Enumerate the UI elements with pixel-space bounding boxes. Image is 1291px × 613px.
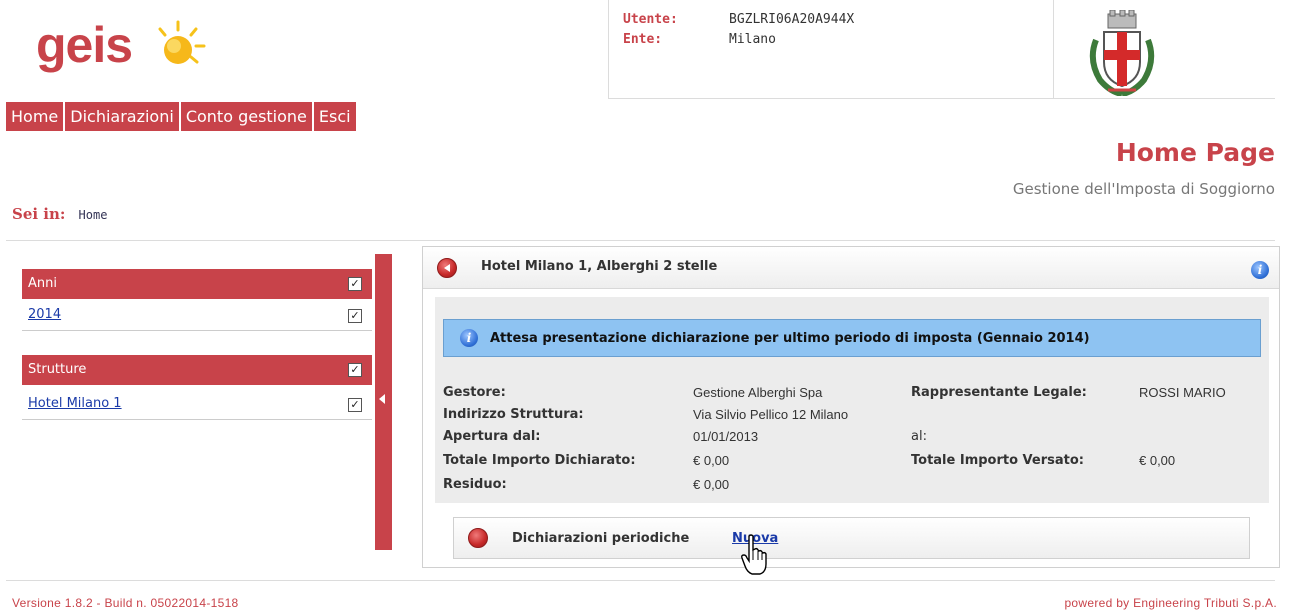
nav-dichiarazioni[interactable]: Dichiarazioni bbox=[65, 102, 181, 131]
sun-icon bbox=[158, 20, 206, 64]
al-label: al: bbox=[911, 429, 927, 444]
structures-all-checkbox[interactable]: ✓ bbox=[348, 363, 362, 377]
structure-checkbox-hotel[interactable]: ✓ bbox=[348, 398, 362, 412]
status-text: Attesa presentazione dichiarazione per u… bbox=[490, 331, 1090, 346]
year-checkbox-2014[interactable]: ✓ bbox=[348, 309, 362, 323]
page-title: Home Page bbox=[1115, 138, 1275, 167]
totale-dichiarato-label: Totale Importo Dichiarato: bbox=[443, 453, 636, 468]
years-header[interactable]: Anni ✓ bbox=[22, 269, 372, 299]
dichiarazioni-periodiche-panel: Dichiarazioni periodiche Nuova bbox=[453, 517, 1250, 559]
hotel-title: Hotel Milano 1, Alberghi 2 stelle bbox=[481, 259, 718, 274]
hotel-panel: Hotel Milano 1, Alberghi 2 stelle i i At… bbox=[422, 246, 1280, 568]
breadcrumb-label: Sei in: bbox=[12, 205, 66, 223]
dichiarazioni-toggle-icon[interactable] bbox=[468, 528, 488, 548]
residuo-value: € 0,00 bbox=[693, 477, 730, 492]
year-link-2014[interactable]: 2014 bbox=[28, 307, 61, 322]
collapse-panel-icon[interactable] bbox=[437, 258, 457, 278]
structures-header[interactable]: Strutture ✓ bbox=[22, 355, 372, 385]
structures-header-label: Strutture bbox=[28, 362, 87, 377]
user-value: BGZLRI06A20A944X bbox=[729, 12, 855, 27]
gestore-value: Gestione Alberghi Spa bbox=[693, 385, 823, 400]
rappresentante-value: ROSSI MARIO bbox=[1139, 385, 1226, 400]
structure-link-hotel[interactable]: Hotel Milano 1 bbox=[28, 396, 122, 411]
user-label: Utente: bbox=[623, 12, 678, 27]
apertura-label: Apertura dal: bbox=[443, 429, 541, 444]
structure-row-hotel: Hotel Milano 1 ✓ bbox=[22, 390, 372, 420]
user-info-box: Utente: BGZLRI06A20A944X Ente: Milano bbox=[608, 0, 1054, 98]
dichiarazioni-title: Dichiarazioni periodiche bbox=[512, 531, 690, 546]
page-subtitle: Gestione dell'Imposta di Soggiorno bbox=[1012, 180, 1275, 198]
top-nav: Home Dichiarazioni Conto gestione Esci bbox=[6, 102, 358, 131]
header-divider bbox=[608, 98, 1275, 99]
nav-esci[interactable]: Esci bbox=[313, 102, 358, 131]
totale-versato-value: € 0,00 bbox=[1139, 453, 1176, 468]
totale-versato-label: Totale Importo Versato: bbox=[911, 453, 1084, 468]
footer-divider bbox=[6, 580, 1275, 581]
indirizzo-value: Via Silvio Pellico 12 Milano bbox=[693, 407, 849, 422]
rappresentante-label: Rappresentante Legale: bbox=[911, 385, 1087, 400]
sidebar-collapse-toggle[interactable] bbox=[375, 254, 392, 550]
gestore-label: Gestore: bbox=[443, 385, 506, 400]
collapse-arrow-icon bbox=[379, 394, 385, 404]
hand-cursor-icon bbox=[741, 534, 767, 575]
status-banner: i Attesa presentazione dichiarazione per… bbox=[443, 319, 1261, 357]
powered-by-text: powered by Engineering Tributi S.p.A. bbox=[1064, 596, 1277, 610]
milano-crest-icon bbox=[1089, 10, 1155, 96]
geis-logo: geis bbox=[36, 10, 216, 82]
version-text: Versione 1.8.2 - Build n. 05022014-1518 bbox=[12, 596, 239, 610]
apertura-value: 01/01/2013 bbox=[693, 429, 759, 444]
years-all-checkbox[interactable]: ✓ bbox=[348, 277, 362, 291]
hotel-details: i Attesa presentazione dichiarazione per… bbox=[435, 297, 1269, 503]
nav-conto-gestione[interactable]: Conto gestione bbox=[180, 102, 314, 131]
ente-value: Milano bbox=[729, 32, 776, 47]
breadcrumb: Sei in: Home bbox=[12, 204, 107, 223]
nav-home[interactable]: Home bbox=[6, 102, 66, 131]
years-header-label: Anni bbox=[28, 276, 57, 291]
totale-dichiarato-value: € 0,00 bbox=[693, 453, 730, 468]
logo-text: geis bbox=[36, 17, 133, 73]
status-info-icon: i bbox=[460, 329, 478, 347]
content-divider bbox=[6, 240, 1275, 241]
year-row-2014: 2014 ✓ bbox=[22, 301, 372, 331]
breadcrumb-home[interactable]: Home bbox=[79, 208, 108, 222]
residuo-label: Residuo: bbox=[443, 477, 507, 492]
info-icon[interactable]: i bbox=[1251, 261, 1269, 279]
hotel-panel-header: Hotel Milano 1, Alberghi 2 stelle i bbox=[423, 247, 1279, 289]
indirizzo-label: Indirizzo Struttura: bbox=[443, 407, 584, 422]
ente-label: Ente: bbox=[623, 32, 663, 47]
